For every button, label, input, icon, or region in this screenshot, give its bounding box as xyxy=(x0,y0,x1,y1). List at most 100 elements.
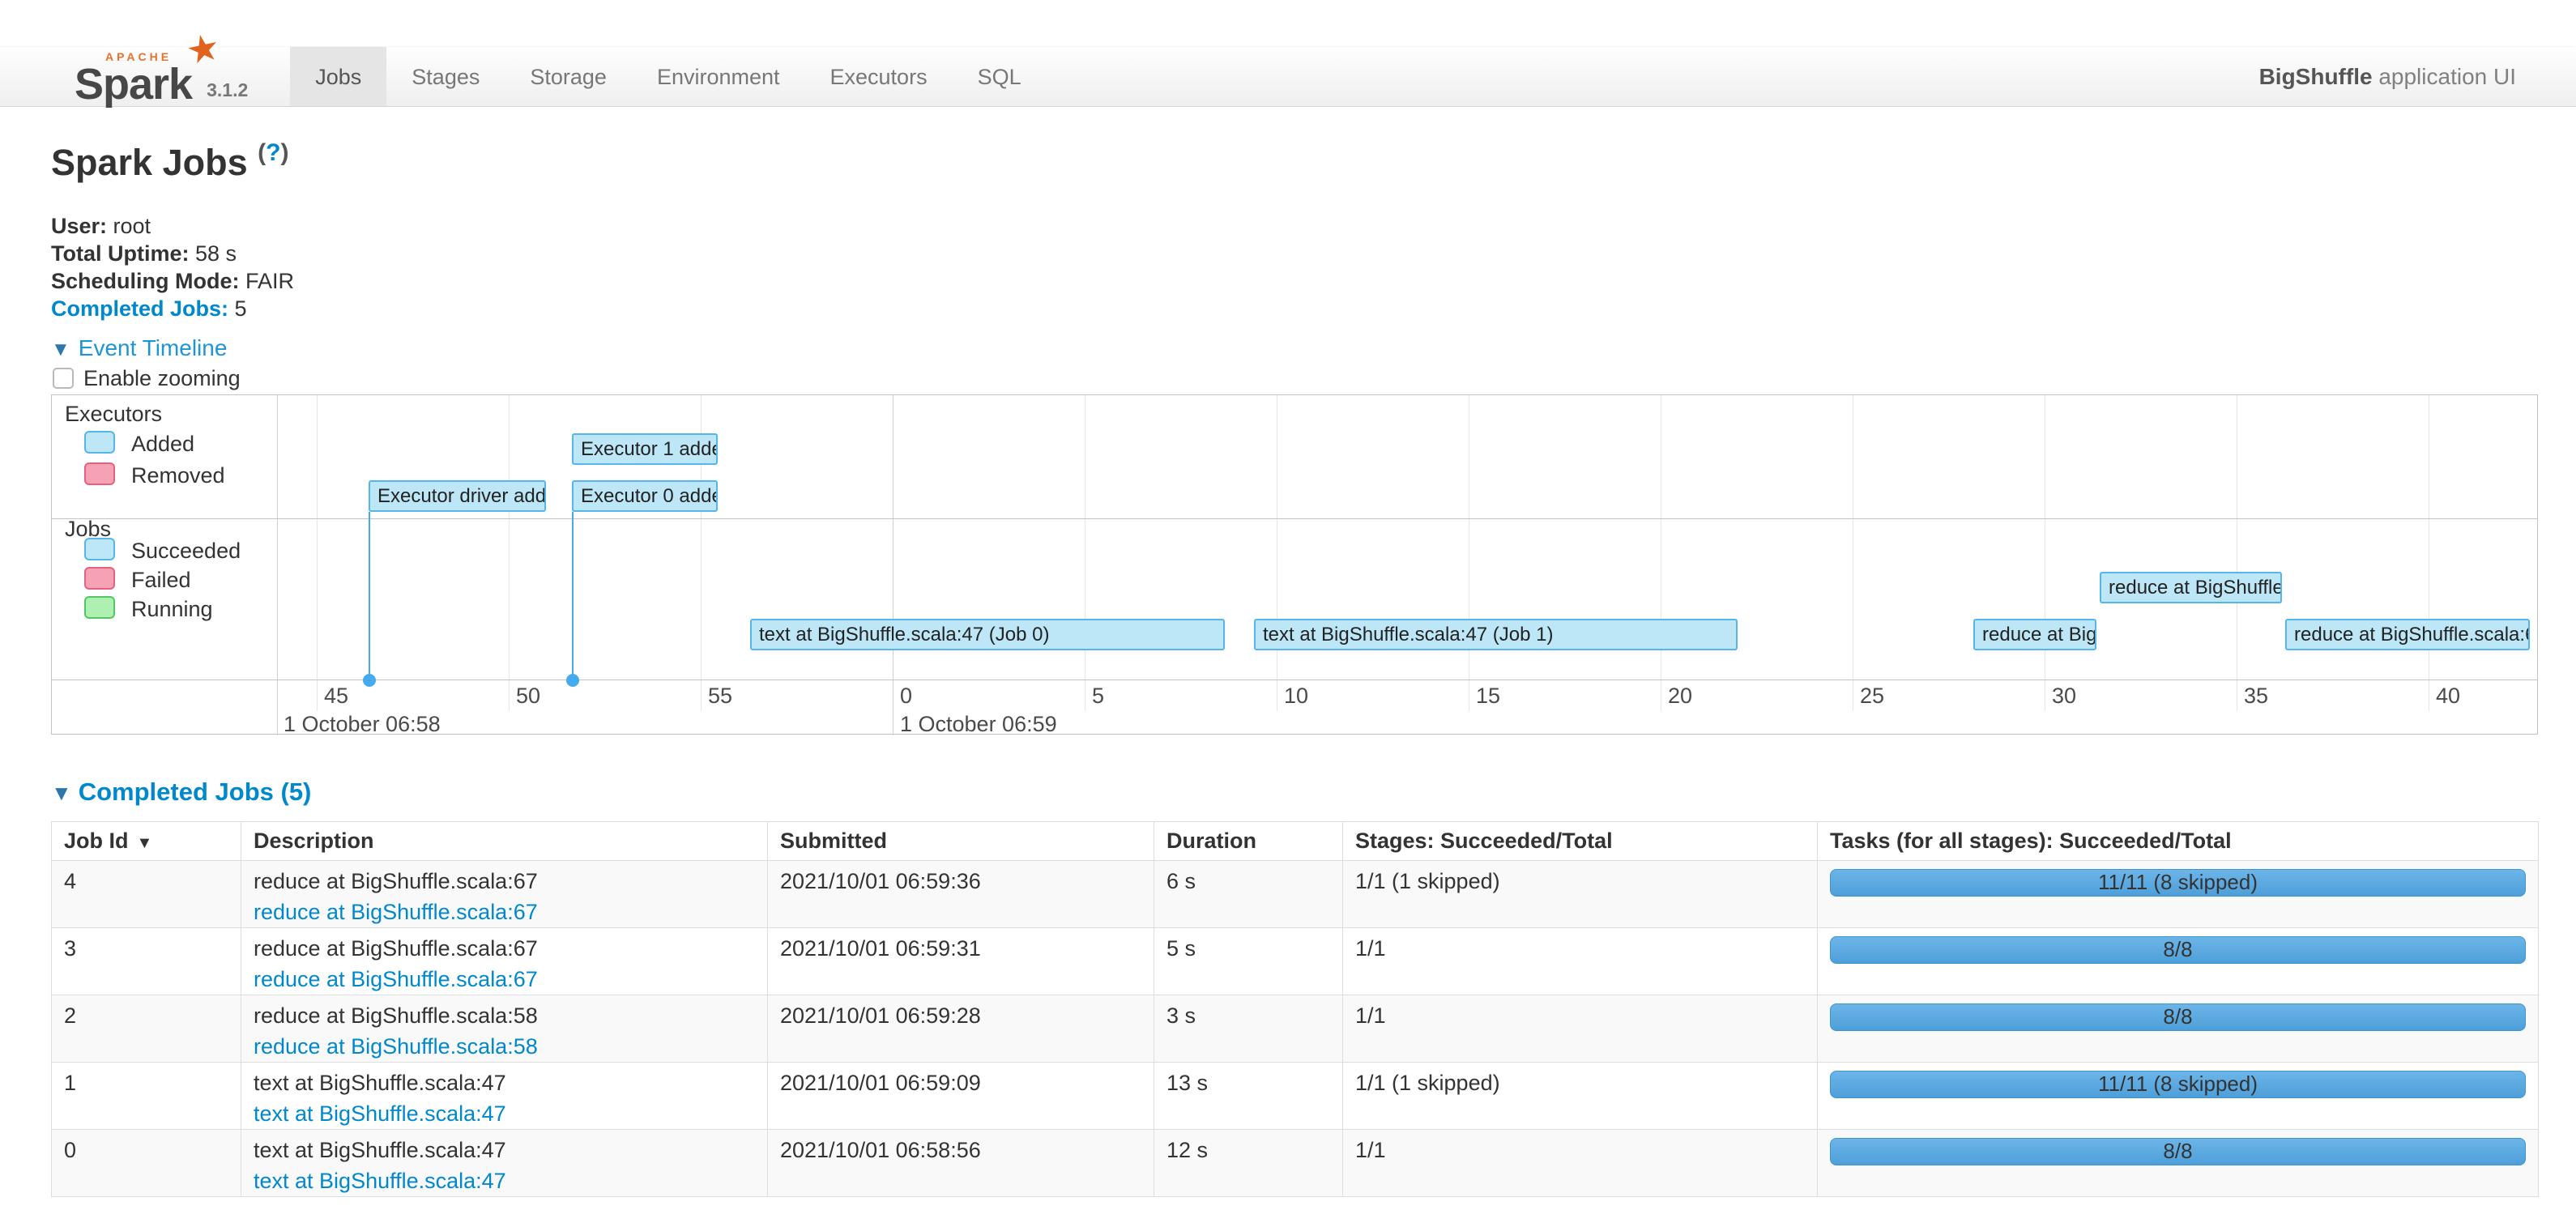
cell-stages: 1/1 xyxy=(1343,928,1818,995)
legend-label-removed: Removed xyxy=(131,463,225,488)
enable-zooming-checkbox[interactable] xyxy=(53,368,74,389)
cell-stages: 1/1 xyxy=(1343,1130,1818,1197)
axis-tick-label: 0 xyxy=(900,684,912,709)
column-header-duration[interactable]: Duration xyxy=(1154,822,1343,861)
cell-tasks: 8/8 xyxy=(1818,995,2539,1063)
application-suffix: application UI xyxy=(2373,64,2516,89)
summary-row: Completed Jobs: 5 xyxy=(51,295,294,322)
cell-job-id: 0 xyxy=(52,1130,241,1197)
timeline-event-marker-line xyxy=(369,512,370,680)
tab-stages[interactable]: Stages xyxy=(386,47,505,106)
summary-value: 58 s xyxy=(190,241,237,266)
job-detail-link[interactable]: reduce at BigShuffle.scala:67 xyxy=(254,900,755,925)
timeline-gridline xyxy=(317,395,318,711)
sort-descending-icon: ▼ xyxy=(137,834,153,852)
table-header-row: Job Id▼DescriptionSubmittedDurationStage… xyxy=(52,822,2539,861)
column-header-submitted[interactable]: Submitted xyxy=(768,822,1154,861)
axis-date-label: 1 October 06:58 xyxy=(284,712,441,737)
column-header-stages-succeeded-total[interactable]: Stages: Succeeded/Total xyxy=(1343,822,1818,861)
axis-tick-label: 45 xyxy=(324,684,348,709)
summary-row: Scheduling Mode: FAIR xyxy=(51,267,294,295)
job-detail-link[interactable]: text at BigShuffle.scala:47 xyxy=(254,1169,755,1194)
column-header-description[interactable]: Description xyxy=(241,822,768,861)
tab-sql[interactable]: SQL xyxy=(953,47,1047,106)
column-header-job-id[interactable]: Job Id▼ xyxy=(52,822,241,861)
cell-submitted: 2021/10/01 06:59:31 xyxy=(768,928,1154,995)
spark-logo[interactable]: APACHE Spark ★ 3.1.2 xyxy=(75,47,248,106)
axis-tick-label: 15 xyxy=(1476,684,1500,709)
tab-environment[interactable]: Environment xyxy=(632,47,805,106)
legend-label-running: Running xyxy=(131,597,213,622)
summary-value: root xyxy=(107,214,151,238)
legend-swatch-added xyxy=(84,431,115,454)
spark-wordmark: APACHE Spark ★ xyxy=(75,48,192,106)
cell-submitted: 2021/10/01 06:58:56 xyxy=(768,1130,1154,1197)
timeline-event-marker-dot xyxy=(566,674,579,687)
job-detail-link[interactable]: reduce at BigShuffle.scala:67 xyxy=(254,967,755,992)
timeline-gridline xyxy=(509,395,510,711)
help-paren-open: ( xyxy=(258,139,266,166)
tasks-progress-bar: 8/8 xyxy=(1830,936,2526,964)
cell-submitted: 2021/10/01 06:59:36 xyxy=(768,861,1154,928)
help-link[interactable]: (?) xyxy=(258,139,288,166)
help-question-icon[interactable]: ? xyxy=(266,139,280,166)
legend-label-succeeded: Succeeded xyxy=(131,539,241,564)
timeline-item[interactable]: Executor driver added xyxy=(369,480,546,512)
legend-swatch-running xyxy=(84,596,115,619)
axis-tick-label: 25 xyxy=(1860,684,1884,709)
timeline-item[interactable]: reduce at BigShuffle.scala:67 (Job 4) xyxy=(2285,619,2530,650)
cell-duration: 12 s xyxy=(1154,1130,1343,1197)
timeline-item[interactable]: reduce at BigShuffle.scala:67 (Job 3) xyxy=(2100,572,2282,603)
spark-star-icon: ★ xyxy=(183,27,224,70)
cell-duration: 6 s xyxy=(1154,861,1343,928)
job-description: reduce at BigShuffle.scala:67 xyxy=(254,936,755,961)
cell-description: reduce at BigShuffle.scala:58 reduce at B… xyxy=(241,995,768,1063)
cell-duration: 3 s xyxy=(1154,995,1343,1063)
cell-submitted: 2021/10/01 06:59:09 xyxy=(768,1063,1154,1130)
timeline-item[interactable]: Executor 1 added xyxy=(572,433,718,465)
cell-job-id: 4 xyxy=(52,861,241,928)
cell-description: text at BigShuffle.scala:47text at BigSh… xyxy=(241,1063,768,1130)
job-detail-link[interactable]: text at BigShuffle.scala:47 xyxy=(254,1101,755,1127)
tab-executors[interactable]: Executors xyxy=(805,47,953,106)
collapse-triangle-icon: ▼ xyxy=(51,339,70,360)
enable-zooming-label: Enable zooming xyxy=(83,366,241,391)
timeline-major-gridline xyxy=(277,395,278,735)
timeline-event-marker-dot xyxy=(363,674,376,687)
axis-tick-label: 20 xyxy=(1668,684,1692,709)
tab-jobs[interactable]: Jobs xyxy=(290,47,386,106)
table-row: 0 text at BigShuffle.scala:47 text at BigS… xyxy=(52,1130,2539,1197)
cell-tasks: 11/11 (8 skipped) xyxy=(1818,1063,2539,1130)
column-header-tasks-for-all-stages-succeeded-total[interactable]: Tasks (for all stages): Succeeded/Total xyxy=(1818,822,2539,861)
event-timeline-toggle[interactable]: ▼Event Timeline xyxy=(51,335,227,361)
timeline-item[interactable]: text at BigShuffle.scala:47 (Job 1) xyxy=(1254,619,1738,650)
summary-value: FAIR xyxy=(240,269,295,293)
summary-label: Scheduling Mode: xyxy=(51,269,240,293)
completed-jobs-heading-text: Completed Jobs (5) xyxy=(79,778,312,806)
timeline-item[interactable]: Executor 0 added xyxy=(572,480,718,512)
timeline-item[interactable]: reduce at BigShuffle.scala:58 (Job 2) xyxy=(1973,619,2096,650)
timeline-event-marker-line xyxy=(572,512,574,680)
cell-stages: 1/1 (1 skipped) xyxy=(1343,861,1818,928)
cell-job-id: 3 xyxy=(52,928,241,995)
cell-description: reduce at BigShuffle.scala:67reduce at B… xyxy=(241,861,768,928)
tab-storage[interactable]: Storage xyxy=(505,47,632,106)
completed-jobs-table: Job Id▼DescriptionSubmittedDurationStage… xyxy=(51,821,2539,1197)
timeline-item[interactable]: text at BigShuffle.scala:47 (Job 0) xyxy=(750,619,1225,650)
legend-swatch-removed xyxy=(84,462,115,485)
event-timeline-chart[interactable]: ExecutorsAddedRemovedJobsSucceededFailed… xyxy=(51,394,2538,735)
help-paren-close: ) xyxy=(280,139,288,166)
completed-jobs-heading[interactable]: ▼ Completed Jobs (5) xyxy=(51,778,311,807)
job-description: reduce at BigShuffle.scala:58 xyxy=(254,1003,755,1029)
enable-zooming-row: Enable zooming xyxy=(51,366,241,390)
tasks-progress-bar: 8/8 xyxy=(1830,1003,2526,1031)
cell-tasks: 11/11 (8 skipped) xyxy=(1818,861,2539,928)
table-row: 4reduce at BigShuffle.scala:67reduce at … xyxy=(52,861,2539,928)
page-title: Spark Jobs (?) xyxy=(51,139,288,184)
summary-label: Total Uptime: xyxy=(51,241,190,266)
spark-version: 3.1.2 xyxy=(207,79,248,101)
job-detail-link[interactable]: reduce at BigShuffle.scala:58 xyxy=(254,1034,755,1059)
summary-label[interactable]: Completed Jobs: xyxy=(51,296,228,321)
collapse-triangle-icon: ▼ xyxy=(51,781,72,805)
job-description: text at BigShuffle.scala:47 xyxy=(254,1138,755,1163)
